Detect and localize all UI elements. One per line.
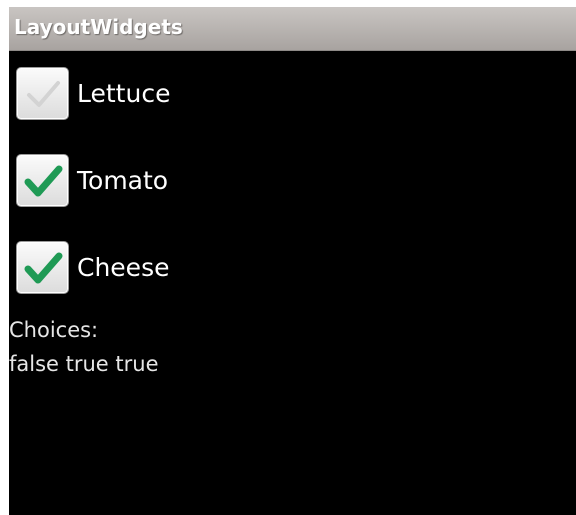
- choices-heading: Choices:: [9, 318, 99, 342]
- choices-value: false true true: [9, 352, 159, 376]
- checkbox-cheese[interactable]: Cheese: [16, 239, 169, 296]
- title-bar: LayoutWidgets: [9, 7, 576, 51]
- checkmark-icon: [24, 252, 63, 284]
- checkmark-icon: [24, 165, 63, 197]
- checkbox-box[interactable]: [16, 67, 69, 120]
- checkbox-tomato[interactable]: Tomato: [16, 152, 168, 209]
- checkbox-lettuce[interactable]: Lettuce: [16, 65, 170, 122]
- checkbox-box[interactable]: [16, 154, 69, 207]
- app-screen: LayoutWidgets Lettuce Tomato Cheese Choi…: [9, 7, 576, 515]
- checkbox-box[interactable]: [16, 241, 69, 294]
- checkbox-label: Tomato: [77, 166, 169, 195]
- checkbox-label: Cheese: [77, 253, 170, 282]
- checkmark-icon-unchecked: [27, 81, 60, 107]
- app-title: LayoutWidgets: [14, 15, 183, 39]
- checkbox-label: Lettuce: [77, 79, 171, 108]
